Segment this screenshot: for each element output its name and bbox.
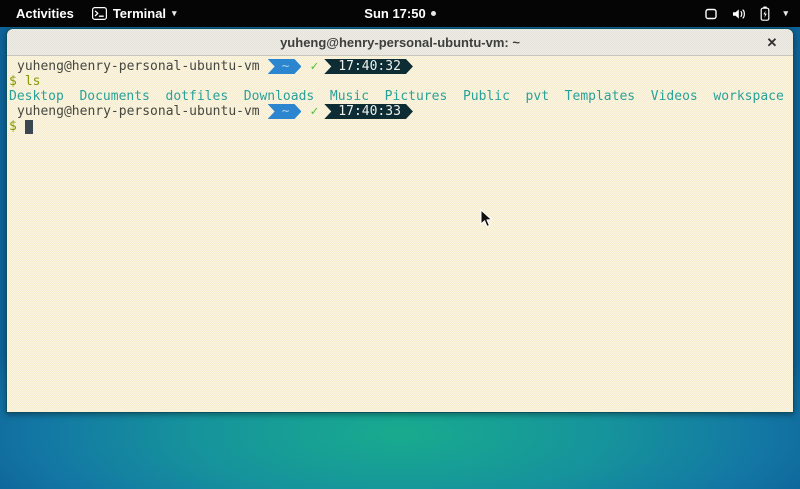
system-status-menu[interactable]: ▾ (704, 0, 800, 27)
prompt-dollar: $ (9, 119, 17, 134)
network-icon (704, 7, 718, 21)
notification-dot-icon (431, 11, 436, 16)
window-titlebar[interactable]: yuheng@henry-personal-ubuntu-vm: ~ ✕ (7, 29, 793, 56)
file-entry: Videos (651, 89, 698, 104)
desktop-background: yuheng@henry-personal-ubuntu-vm: ~ ✕ yuh… (0, 27, 800, 489)
top-bar: Activities Terminal ▾ Sun 17:50 (0, 0, 800, 27)
text-cursor (25, 120, 33, 134)
powerline-path-segment: ~ (268, 104, 302, 119)
status-check-icon: ✓ (310, 104, 318, 119)
prompt-user: yuheng@henry-personal-ubuntu-vm (17, 59, 260, 74)
prompt-user: yuheng@henry-personal-ubuntu-vm (17, 104, 260, 119)
terminal-icon (92, 7, 107, 20)
activities-button[interactable]: Activities (12, 4, 78, 23)
powerline-path-segment: ~ (268, 59, 302, 74)
file-entry: Music (330, 89, 369, 104)
battery-charging-icon (760, 6, 770, 21)
file-entry: pvt (526, 89, 549, 104)
file-entry: Downloads (244, 89, 314, 104)
input-line: $ (9, 119, 791, 134)
app-menu-label: Terminal (113, 6, 166, 21)
terminal-window: yuheng@henry-personal-ubuntu-vm: ~ ✕ yuh… (6, 28, 794, 413)
file-entry: dotfiles (166, 89, 229, 104)
file-entry: workspace (713, 89, 783, 104)
clock-label: Sun 17:50 (364, 6, 425, 21)
status-check-icon: ✓ (310, 59, 318, 74)
file-entry: Desktop (9, 89, 64, 104)
prompt-line: yuheng@henry-personal-ubuntu-vm ~ ✓ 17:4… (9, 59, 791, 74)
file-entry: Public (463, 89, 510, 104)
window-title: yuheng@henry-personal-ubuntu-vm: ~ (280, 35, 520, 50)
file-entry: Templates (565, 89, 635, 104)
chevron-down-icon: ▾ (172, 8, 177, 19)
file-entry: Documents (79, 89, 149, 104)
typed-command: ls (25, 74, 41, 89)
prompt-dollar: $ (9, 74, 17, 89)
clock-button[interactable]: Sun 17:50 (364, 0, 435, 27)
app-menu-terminal[interactable]: Terminal ▾ (92, 6, 177, 21)
prompt-line: yuheng@henry-personal-ubuntu-vm ~ ✓ 17:4… (9, 104, 791, 119)
close-button[interactable]: ✕ (762, 29, 782, 56)
chevron-down-icon: ▾ (783, 8, 788, 19)
command-line: $ ls (9, 74, 791, 89)
file-entry: Pictures (385, 89, 448, 104)
powerline-time-segment: 17:40:32 (324, 59, 413, 74)
volume-icon (731, 7, 747, 21)
powerline-time-segment: 17:40:33 (324, 104, 413, 119)
terminal-content[interactable]: yuheng@henry-personal-ubuntu-vm ~ ✓ 17:4… (7, 56, 793, 412)
file-listing: Desktop Documents dotfiles Downloads Music Pi… (9, 89, 791, 104)
